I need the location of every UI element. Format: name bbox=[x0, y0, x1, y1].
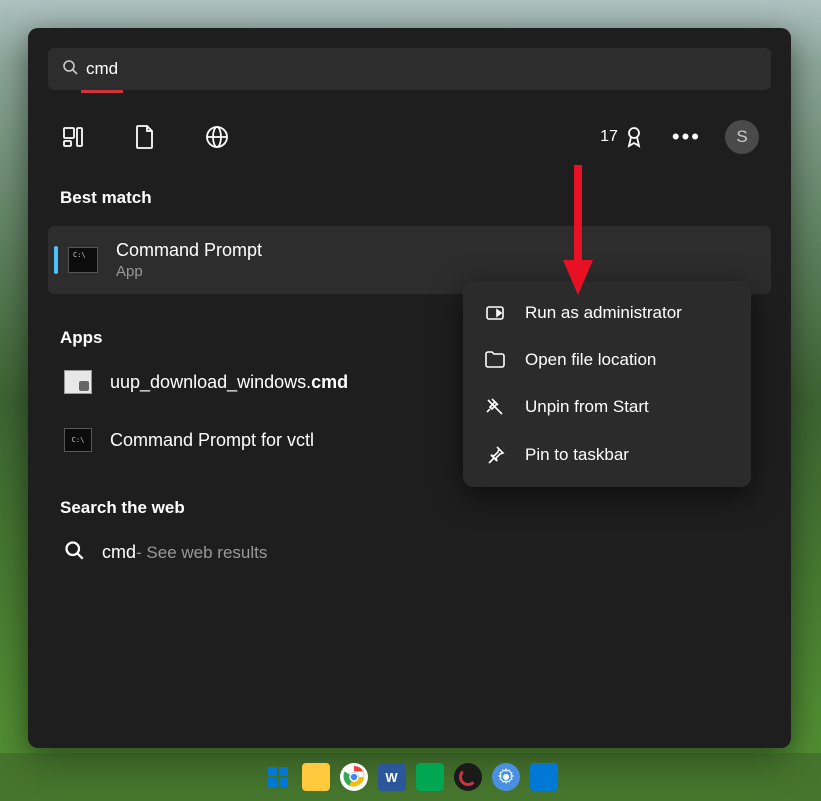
search-icon bbox=[62, 59, 78, 80]
command-prompt-icon: C:\ bbox=[68, 247, 98, 273]
apps-filter-icon[interactable] bbox=[60, 124, 86, 150]
result-subtitle: App bbox=[116, 263, 262, 280]
settings-icon[interactable] bbox=[492, 763, 520, 791]
ctx-label: Pin to taskbar bbox=[525, 445, 629, 465]
start-button[interactable] bbox=[264, 763, 292, 791]
folder-icon bbox=[483, 350, 507, 370]
ctx-label: Open file location bbox=[525, 350, 656, 370]
ctx-open-location[interactable]: Open file location bbox=[469, 337, 745, 383]
ctx-label: Unpin from Start bbox=[525, 397, 649, 417]
app-blue-icon[interactable] bbox=[530, 763, 558, 791]
shield-icon bbox=[483, 302, 507, 324]
more-button[interactable]: ••• bbox=[672, 124, 701, 150]
filter-row: 17 ••• S bbox=[48, 120, 771, 154]
word-icon[interactable]: W bbox=[378, 763, 406, 791]
web-suffix: - See web results bbox=[136, 543, 267, 563]
spellcheck-underline bbox=[81, 90, 123, 93]
ctx-unpin-start[interactable]: Unpin from Start bbox=[469, 383, 745, 431]
terminal-icon: C:\ bbox=[64, 428, 92, 452]
explorer-icon[interactable] bbox=[302, 763, 330, 791]
best-match-label: Best match bbox=[60, 188, 771, 208]
rewards-indicator[interactable]: 17 bbox=[600, 126, 644, 148]
web-result[interactable]: cmd - See web results bbox=[48, 528, 771, 577]
app-green-icon[interactable] bbox=[416, 763, 444, 791]
result-title: Command Prompt bbox=[116, 240, 262, 261]
ctx-label: Run as administrator bbox=[525, 303, 682, 323]
avatar[interactable]: S bbox=[725, 120, 759, 154]
pin-icon bbox=[483, 444, 507, 466]
search-icon bbox=[64, 540, 84, 565]
unpin-icon bbox=[483, 396, 507, 418]
rewards-icon bbox=[624, 126, 644, 148]
search-web-label: Search the web bbox=[60, 498, 771, 518]
search-input[interactable] bbox=[86, 59, 757, 79]
search-box[interactable] bbox=[48, 48, 771, 90]
rewards-points: 17 bbox=[600, 128, 618, 146]
documents-filter-icon[interactable] bbox=[132, 124, 158, 150]
selection-indicator bbox=[54, 246, 58, 274]
taskbar: W bbox=[0, 753, 821, 801]
web-filter-icon[interactable] bbox=[204, 124, 230, 150]
context-menu: Run as administrator Open file location … bbox=[463, 281, 751, 487]
web-term: cmd bbox=[102, 542, 136, 563]
app-loader-icon[interactable] bbox=[454, 763, 482, 791]
ctx-run-as-admin[interactable]: Run as administrator bbox=[469, 289, 745, 337]
chrome-icon[interactable] bbox=[340, 763, 368, 791]
cmd-file-icon bbox=[64, 370, 92, 394]
avatar-initial: S bbox=[736, 127, 747, 147]
ctx-pin-taskbar[interactable]: Pin to taskbar bbox=[469, 431, 745, 479]
